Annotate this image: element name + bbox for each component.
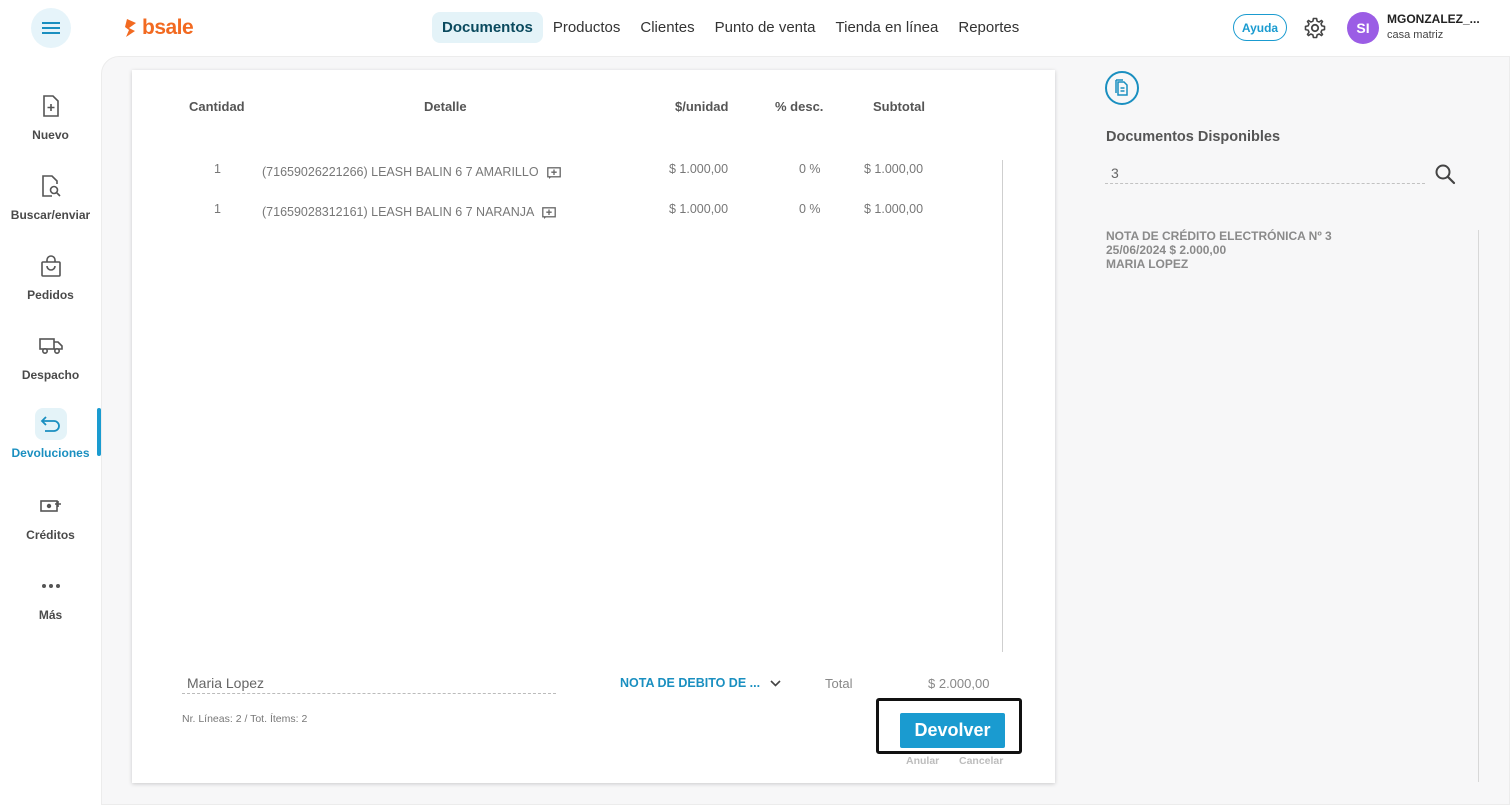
- main-nav: Documentos Productos Clientes Punto de v…: [432, 12, 1029, 43]
- total-label: Total: [825, 676, 853, 691]
- header-subtotal: Subtotal: [873, 99, 925, 114]
- row-detail-text: (71659026221266) LEASH BALIN 6 7 AMARILL…: [262, 165, 539, 179]
- file-search-icon: [35, 170, 67, 202]
- return-arrow-icon: [34, 408, 67, 440]
- hamburger-menu-button[interactable]: [31, 8, 71, 48]
- gear-icon[interactable]: [1303, 16, 1327, 40]
- document-list-item[interactable]: NOTA DE CRÉDITO ELECTRÓNICA Nº 3 25/06/2…: [1106, 229, 1332, 271]
- user-avatar[interactable]: SI: [1347, 12, 1379, 44]
- sidebar-item-label: Buscar/enviar: [10, 208, 91, 222]
- header-unit-price: $/unidad: [675, 99, 729, 114]
- row-detail: (71659026221266) LEASH BALIN 6 7 AMARILL…: [262, 165, 561, 179]
- hamburger-icon: [42, 22, 60, 34]
- money-plus-icon: [35, 490, 67, 522]
- user-name[interactable]: MGONZALEZ_...: [1387, 12, 1480, 26]
- sidebar-item-label: Despacho: [21, 368, 80, 382]
- user-branch: casa matriz: [1387, 29, 1444, 41]
- sidebar-item-label: Créditos: [26, 528, 75, 542]
- return-button[interactable]: Devolver: [900, 713, 1005, 748]
- document-panel: Cantidad Detalle $/unidad % desc. Subtot…: [132, 70, 1055, 783]
- nav-tienda-en-linea[interactable]: Tienda en línea: [826, 12, 949, 43]
- row-discount[interactable]: 0 %: [799, 202, 821, 216]
- sidebar-item-devoluciones[interactable]: Devoluciones: [0, 408, 101, 468]
- void-link[interactable]: Anular: [906, 755, 939, 767]
- sidebar-item-label: Pedidos: [27, 288, 74, 302]
- header-cantidad: Cantidad: [189, 99, 245, 114]
- shopping-bag-icon: [35, 250, 67, 282]
- file-plus-icon: [35, 90, 67, 122]
- row-subtotal: $ 1.000,00: [864, 162, 924, 176]
- header-discount: % desc.: [775, 99, 824, 114]
- header-detalle: Detalle: [424, 99, 467, 114]
- sidebar-item-despacho[interactable]: Despacho: [0, 330, 101, 390]
- bsale-logo-icon: [125, 19, 136, 37]
- document-list-scrollbar[interactable]: [1478, 230, 1479, 782]
- row-quantity[interactable]: 1: [214, 162, 221, 176]
- add-comment-icon[interactable]: [542, 206, 557, 219]
- sidebar-item-creditos[interactable]: Créditos: [0, 490, 101, 550]
- row-unit-price[interactable]: $ 1.000,00: [669, 202, 728, 216]
- row-quantity[interactable]: 1: [214, 202, 221, 216]
- document-client: MARIA LOPEZ: [1106, 257, 1189, 271]
- total-value: $ 2.000,00: [928, 676, 990, 691]
- logo-text: bsale: [142, 16, 194, 39]
- document-search-input[interactable]: 3: [1105, 165, 1425, 184]
- row-discount[interactable]: 0 %: [799, 162, 821, 176]
- top-bar: bsale Documentos Productos Clientes Punt…: [0, 0, 1510, 56]
- nav-documentos[interactable]: Documentos: [432, 12, 543, 43]
- document-icon-button[interactable]: [1105, 71, 1139, 105]
- document-title: NOTA DE CRÉDITO ELECTRÓNICA Nº 3: [1106, 229, 1332, 243]
- sidebar-item-buscar-enviar[interactable]: Buscar/enviar: [0, 170, 101, 230]
- nav-punto-de-venta[interactable]: Punto de venta: [705, 12, 826, 43]
- row-unit-price[interactable]: $ 1.000,00: [669, 162, 728, 176]
- sidebar-item-label: Más: [38, 608, 63, 622]
- available-documents-title: Documentos Disponibles: [1106, 129, 1281, 145]
- document-type-select[interactable]: NOTA DE DEBITO DE ...: [620, 676, 781, 690]
- sidebar-item-label: Devoluciones: [11, 446, 90, 460]
- row-detail-text: (71659028312161) LEASH BALIN 6 7 NARANJA: [262, 205, 535, 219]
- client-input[interactable]: Maria Lopez: [182, 675, 556, 694]
- truck-icon: [35, 330, 67, 362]
- row-detail: (71659028312161) LEASH BALIN 6 7 NARANJA: [262, 205, 557, 219]
- sidebar-item-pedidos[interactable]: Pedidos: [0, 250, 101, 310]
- sidebar-item-label: Nuevo: [32, 128, 69, 142]
- document-icon: [1115, 79, 1128, 96]
- sidebar-item-mas[interactable]: Más: [0, 570, 101, 630]
- nav-clientes[interactable]: Clientes: [630, 12, 704, 43]
- document-date-amount: 25/06/2024 $ 2.000,00: [1106, 243, 1227, 257]
- search-icon[interactable]: [1434, 163, 1456, 185]
- more-dots-icon: [35, 570, 67, 602]
- nav-reportes[interactable]: Reportes: [948, 12, 1029, 43]
- row-subtotal: $ 1.000,00: [864, 202, 924, 216]
- table-scrollbar[interactable]: [1002, 160, 1003, 652]
- cancel-link[interactable]: Cancelar: [959, 755, 1003, 767]
- nav-productos[interactable]: Productos: [543, 12, 631, 43]
- sidebar-item-nuevo[interactable]: Nuevo: [0, 90, 101, 150]
- add-comment-icon[interactable]: [546, 166, 561, 179]
- document-type-label: NOTA DE DEBITO DE ...: [620, 676, 761, 690]
- lines-info: Nr. Líneas: 2 / Tot. Ítems: 2: [182, 713, 308, 725]
- bsale-logo[interactable]: bsale: [124, 16, 194, 40]
- chevron-down-icon: [770, 679, 781, 687]
- help-button[interactable]: Ayuda: [1233, 14, 1287, 41]
